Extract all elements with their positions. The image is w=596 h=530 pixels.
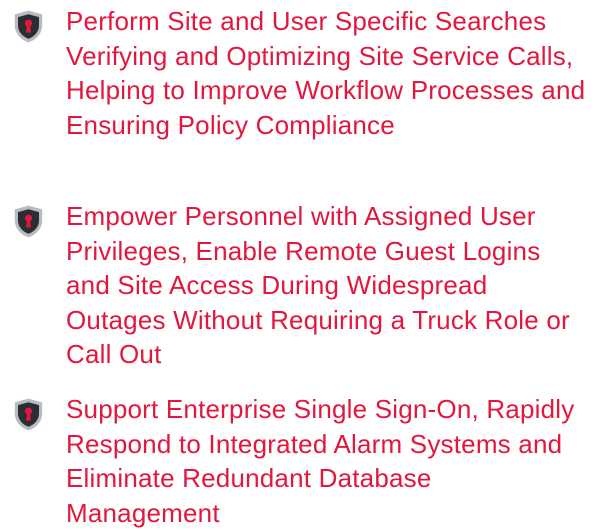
feature-text: Perform Site and User Specific Searches …	[66, 6, 586, 140]
shield-keyhole-icon	[14, 205, 43, 238]
feature-text: Empower Personnel with Assigned User Pri…	[66, 201, 570, 369]
feature-list: Perform Site and User Specific Searches …	[0, 0, 596, 528]
feature-text: Support Enterprise Single Sign-On, Rapid…	[66, 394, 575, 528]
shield-keyhole-icon	[14, 398, 43, 431]
shield-keyhole-icon	[14, 10, 43, 43]
